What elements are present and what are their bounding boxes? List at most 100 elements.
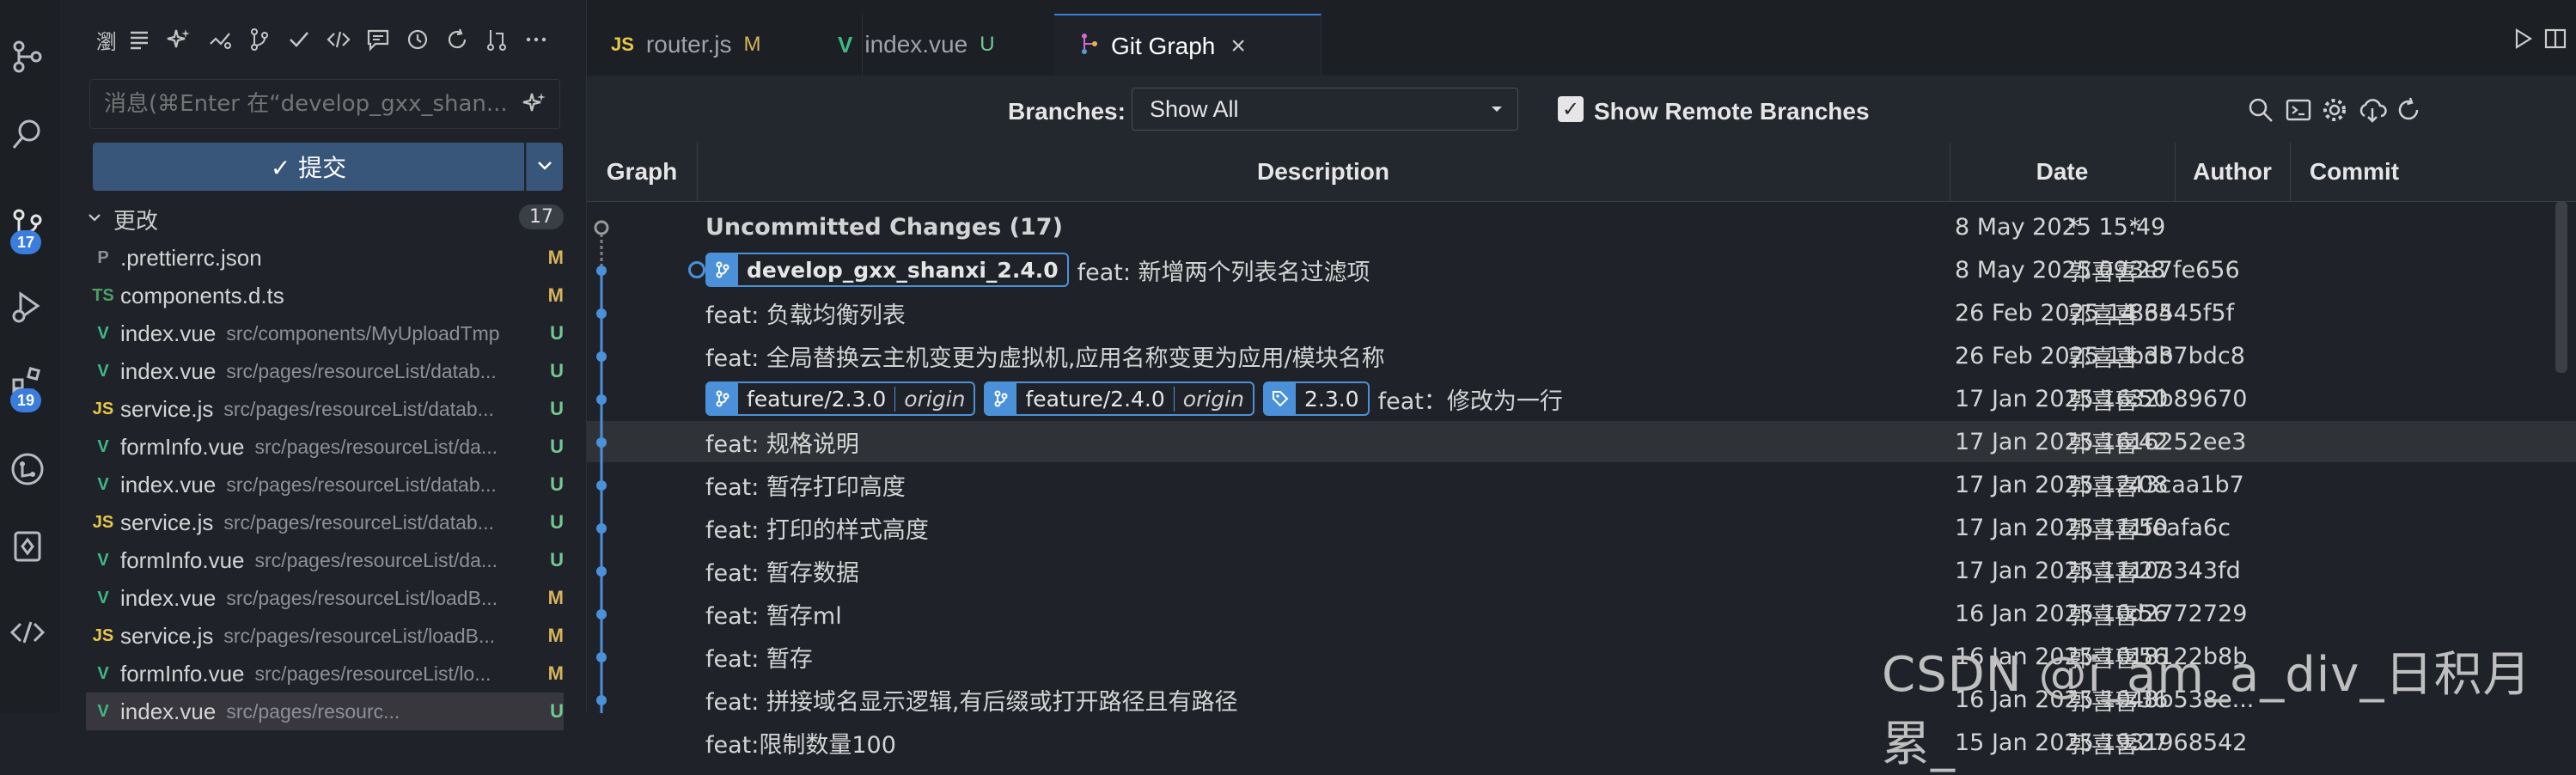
commit-row[interactable]: develop_gxx_shanxi_2.4.0 feat: 新增两个列表名过滤项…	[587, 249, 2576, 290]
history-icon[interactable]	[400, 22, 435, 57]
refresh-icon[interactable]	[440, 22, 474, 57]
show-remote-checkbox[interactable]: ✓	[1558, 96, 1584, 122]
column-commit[interactable]: Commit	[2290, 143, 2419, 201]
list-icon[interactable]	[122, 22, 156, 57]
commit-hash: 43caa1b7	[2129, 471, 2244, 498]
commit-row[interactable]: feat: 暂存打印高度 17 Jan 2025 12:08 郭喜喜 43caa1b7	[587, 464, 2576, 505]
git-graph-toolbar: Branches: Show All ✓ Show Remote Branche…	[587, 76, 2576, 143]
commit-row[interactable]: feat: 规格说明 17 Jan 2025 16:42 郭喜喜 16252ee3	[587, 421, 2576, 462]
graph-commit-node	[596, 351, 607, 362]
graph-commit-node	[596, 695, 607, 705]
file-item[interactable]: Vindex.vue src/pages/resourceList/datab..…	[86, 352, 564, 390]
commit-description: feat: 暂存数据	[705, 559, 859, 587]
file-item[interactable]: Vindex.vue src/components/MyUploadTmp U	[86, 314, 564, 352]
terminal-icon[interactable]	[2280, 91, 2317, 129]
fetch-cloud-icon[interactable]	[2353, 91, 2391, 129]
column-graph[interactable]: Graph	[587, 143, 698, 201]
close-icon[interactable]: ×	[1230, 32, 1246, 61]
scrollbar[interactable]	[2555, 201, 2567, 373]
file-item[interactable]: VformInfo.vue src/pages/resourceList/lo..…	[86, 655, 564, 693]
graph-commit-node	[596, 566, 607, 577]
tab-git-graph[interactable]: Git Graph ×	[1054, 14, 1322, 77]
commit-row[interactable]: feat: 全局替换云主机变更为虚拟机,应用名称变更为应用/模块名称 26 Feb…	[587, 335, 2576, 376]
commit-row[interactable]: Uncommitted Changes (17) 8 May 2025 15:49…	[587, 206, 2576, 247]
code-icon[interactable]	[321, 22, 356, 57]
file-item[interactable]: VformInfo.vue src/pages/resourceList/da..…	[86, 541, 564, 579]
file-item[interactable]: Vindex.vue src/pages/resourc... U	[86, 693, 564, 730]
file-item[interactable]: JS service.js src/pages/resourceList/loadB…	[86, 617, 564, 655]
file-status: U	[550, 511, 564, 533]
file-item[interactable]: JS service.js src/pages/resourceList/datab…	[86, 390, 564, 428]
view-mode-icon[interactable]: 瀏	[89, 22, 124, 57]
file-path: src/pages/resourceList/loadB...	[226, 586, 498, 609]
remote-explorer-icon[interactable]	[5, 524, 50, 569]
commit-message-input[interactable]	[90, 80, 518, 128]
commit-button[interactable]: ✓ 提交	[93, 143, 524, 191]
chevron-down-icon	[534, 155, 555, 180]
git-lens-icon[interactable]	[5, 447, 50, 491]
branch-label[interactable]: feature/2.4.0 origin	[984, 381, 1254, 416]
file-item[interactable]: Vindex.vue src/pages/resourceList/datab..…	[86, 466, 564, 503]
file-item[interactable]: P .prettierrc.json M	[86, 239, 564, 277]
tag-icon	[1264, 383, 1296, 414]
file-path: src/pages/resourceList/lo...	[254, 662, 491, 685]
column-description[interactable]: Description	[697, 143, 1950, 201]
file-item[interactable]: JS service.js src/pages/resourceList/datab…	[86, 503, 564, 541]
check-icon[interactable]	[282, 22, 316, 57]
changes-header[interactable]: 更改 17	[86, 203, 564, 235]
commit-with-ai-icon[interactable]	[203, 22, 237, 57]
commit-dropdown-button[interactable]	[526, 143, 563, 191]
source-control-graph-icon[interactable]	[5, 34, 50, 79]
changes-label: 更改	[113, 208, 159, 235]
file-name: index.vue	[120, 698, 217, 724]
branches-select[interactable]: Show All	[1132, 88, 1518, 131]
source-control-panel: 瀏 ✓ 提交 更改 17 P.	[60, 0, 587, 730]
commit-row[interactable]: feat: 暂存ml 16 Jan 2025 10:56 郭喜喜 d2772729	[587, 593, 2576, 634]
file-item[interactable]: VformInfo.vue src/pages/resourceList/da..…	[86, 428, 564, 466]
branch-icon[interactable]	[242, 22, 277, 57]
tab-label: Git Graph	[1111, 33, 1216, 59]
sparkle-icon[interactable]	[162, 22, 196, 57]
commit-row[interactable]: feat: 负载均衡列表 26 Feb 2025 14:34 郭喜喜 86545f5f	[587, 292, 2576, 333]
gitgraph-code-icon[interactable]	[5, 610, 50, 655]
file-status: M	[547, 284, 564, 306]
sparkle-icon[interactable]	[522, 90, 547, 120]
file-type-icon: V	[97, 361, 109, 381]
file-name: .prettierrc.json	[120, 244, 262, 271]
more-icon[interactable]	[519, 22, 553, 57]
split-editor-icon[interactable]	[2542, 26, 2568, 56]
commit-description: Uncommitted Changes (17)	[705, 213, 1063, 241]
dropdown-arrow-icon	[1488, 97, 1505, 127]
commit-row[interactable]: feature/2.3.0 origin feature/2.4.0 origin 2.…	[587, 378, 2576, 419]
file-item[interactable]: TS components.d.ts M	[86, 277, 564, 314]
file-type-icon: V	[97, 550, 109, 570]
comment-icon[interactable]	[361, 22, 395, 57]
file-type-icon: V	[97, 663, 109, 683]
commit-description: develop_gxx_shanxi_2.4.0 feat: 新增两个列表名过滤项	[705, 249, 1822, 290]
file-status: M	[547, 625, 564, 646]
commit-description: feat: 全局替换云主机变更为虚拟机,应用名称变更为应用/模块名称	[705, 345, 1385, 372]
graph-uncommitted-node	[594, 220, 609, 235]
file-item[interactable]: Vindex.vue src/pages/resourceList/loadB..…	[86, 579, 564, 617]
search-icon[interactable]	[2242, 91, 2280, 129]
file-type-icon: V	[97, 588, 109, 607]
settings-gear-icon[interactable]	[2316, 91, 2353, 129]
commit-graph	[594, 220, 609, 713]
branch-label[interactable]: feature/2.3.0 origin	[705, 381, 976, 416]
tab-label: index.vue	[864, 31, 968, 58]
column-author[interactable]: Author	[2175, 143, 2291, 201]
refresh-icon[interactable]	[2390, 91, 2427, 129]
search-icon[interactable]	[5, 112, 50, 156]
run-debug-icon[interactable]	[5, 284, 50, 328]
run-icon[interactable]	[2510, 26, 2536, 56]
tag-label[interactable]: 2.3.0	[1262, 381, 1370, 416]
pull-request-icon[interactable]	[479, 22, 514, 57]
commit-row[interactable]: feat: 暂存数据 17 Jan 2025 11:27 郭喜喜 103343fd	[587, 550, 2576, 591]
commit-row[interactable]: feat: 打印的样式高度 17 Jan 2025 11:50 郭喜喜 1feafa6…	[587, 507, 2576, 548]
extensions-badge: 19	[10, 388, 41, 412]
branch-label[interactable]: develop_gxx_shanxi_2.4.0	[705, 253, 1069, 287]
column-date[interactable]: Date	[1950, 143, 2176, 201]
commit-description: feat: 暂存打印高度	[705, 473, 906, 501]
file-type-icon: V	[97, 701, 109, 721]
file-status: U	[550, 398, 564, 419]
